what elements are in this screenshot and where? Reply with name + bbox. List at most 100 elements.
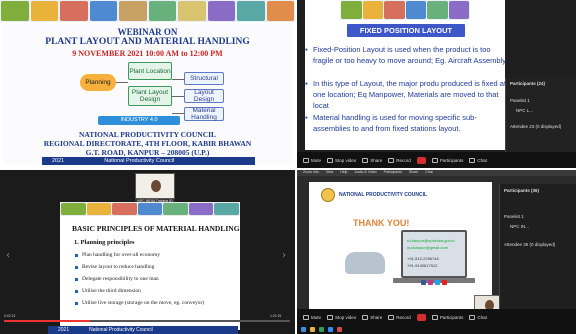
- logo-image: [112, 203, 137, 215]
- menu-item[interactable]: Participants: [384, 170, 402, 176]
- instagram-icon: [428, 280, 433, 285]
- logo-image: [61, 203, 86, 215]
- share-icon: [362, 157, 369, 163]
- panelist-heading[interactable]: Panelist 1: [504, 214, 524, 219]
- logo-image: [148, 1, 176, 21]
- slide-footer: 2021 National Productivity Council: [42, 157, 255, 165]
- youtube-icon: [442, 280, 447, 285]
- webinar-title-pane: WEBINAR ON PLANT LAYOUT AND MATERIAL HAN…: [0, 0, 295, 168]
- contact-email: npckanpur@gmail.com: [407, 245, 448, 250]
- logo-banner: [0, 0, 295, 22]
- fixed-layout-pane: FIXED POSITION LAYOUT Fixed-Position Lay…: [297, 0, 576, 168]
- app-icon[interactable]: [337, 327, 342, 332]
- participants-button[interactable]: Participants: [431, 314, 463, 320]
- diagram-planning: Planning: [80, 74, 116, 91]
- handshake-image: [345, 252, 385, 274]
- participants-panel[interactable]: Participants (36) Panelist 1 NPC IN... A…: [499, 184, 576, 314]
- slide-footer: 2021 National Productivity Council: [48, 326, 238, 334]
- connector: [172, 96, 184, 97]
- record-button[interactable]: Record: [388, 157, 411, 163]
- menu-item[interactable]: Audio & Video: [355, 170, 377, 176]
- browser-icon[interactable]: [319, 327, 324, 332]
- people-icon: [431, 314, 438, 320]
- share-button[interactable]: Share: [362, 314, 382, 320]
- attendees-heading[interactable]: Attendee 23 (0 displayed): [510, 124, 561, 129]
- previous-arrow-icon[interactable]: ‹: [6, 250, 10, 261]
- logo-image: [214, 203, 240, 215]
- logo-image: [266, 1, 294, 21]
- logo-image: [427, 1, 448, 19]
- chat-button[interactable]: Chat: [469, 157, 487, 163]
- logo-image: [119, 1, 147, 21]
- menu-item[interactable]: Zoom Info: [303, 170, 319, 176]
- footer-org: National Productivity Council: [104, 158, 175, 164]
- logo-image: [60, 1, 88, 21]
- zoom-icon[interactable]: [328, 327, 333, 332]
- footer-org: National Productivity Council: [89, 327, 153, 333]
- twitter-icon: [435, 280, 440, 285]
- chat-icon: [469, 314, 476, 320]
- end-call-icon: [416, 313, 426, 321]
- camera-icon: [327, 314, 334, 320]
- emblem-logo: [321, 188, 335, 202]
- end-call-icon: [416, 156, 426, 164]
- stop-video-button[interactable]: Stop video: [327, 314, 356, 320]
- share-button[interactable]: Share: [362, 157, 382, 163]
- microphone-icon: [303, 314, 309, 320]
- slide-heading: FIXED POSITION LAYOUT: [347, 24, 465, 37]
- microphone-icon: [303, 157, 309, 163]
- slide: BASIC PRINCIPLES OF MATERIAL HANDLING 1.…: [60, 202, 240, 330]
- menu-item[interactable]: Help: [340, 170, 347, 176]
- next-arrow-icon[interactable]: ›: [282, 250, 286, 261]
- record-button[interactable]: Record: [388, 314, 411, 320]
- slide: NATIONAL PRODUCTIVITY COUNCIL THANK YOU!…: [309, 182, 504, 319]
- panelist-name[interactable]: NPC IN...: [510, 224, 529, 229]
- logo-image: [163, 203, 188, 215]
- playback-progress[interactable]: [4, 320, 290, 322]
- slide: WEBINAR ON PLANT LAYOUT AND MATERIAL HAN…: [2, 24, 293, 165]
- slide-title: WEBINAR ON: [117, 27, 178, 37]
- participants-panel[interactable]: Participants (24) Panelist 1 NPC L... At…: [505, 78, 576, 152]
- attendees-heading[interactable]: Attendee 35 (0 displayed): [504, 242, 555, 247]
- footer-year: 2021: [58, 327, 70, 333]
- logo-image: [188, 203, 214, 215]
- bullet-item: In this type of Layout, the major produ …: [305, 78, 509, 111]
- menu-item[interactable]: Share: [409, 170, 418, 176]
- progress-fill: [4, 320, 90, 322]
- menu-item[interactable]: Chat: [425, 170, 432, 176]
- diagram-material-handling: Material Handling: [184, 107, 224, 121]
- folder-icon[interactable]: [310, 327, 315, 332]
- logo-image: [237, 1, 265, 21]
- time-total: 1:21:51: [270, 314, 282, 318]
- principle-item: Revise layout to reduce handling: [74, 264, 155, 270]
- mute-button[interactable]: Mute: [303, 314, 321, 320]
- menu-bar: Zoom Info View Help Audio & Video Partic…: [297, 170, 576, 176]
- facebook-icon: [421, 280, 426, 285]
- share-icon: [362, 314, 369, 320]
- chat-button[interactable]: Chat: [469, 314, 487, 320]
- connector: [172, 113, 184, 114]
- record-icon: [388, 157, 395, 163]
- contact-phone: +91-9140817512: [407, 263, 438, 268]
- end-call-button[interactable]: [416, 156, 426, 164]
- contact-phone: +91-512-2296746: [407, 256, 439, 261]
- slide-subheading: 1. Planning principles: [74, 239, 135, 246]
- speaker-video: [135, 173, 175, 199]
- participants-button[interactable]: Participants: [431, 157, 463, 163]
- thank-you-pane: Zoom Info View Help Audio & Video Partic…: [297, 170, 576, 334]
- diagram-plant-location: Plant Location: [128, 62, 172, 80]
- windows-start-icon[interactable]: [301, 327, 306, 332]
- panelist-name[interactable]: NPC L...: [516, 108, 533, 113]
- end-call-button[interactable]: [416, 313, 426, 321]
- principle-item: Delegate responsibility to one man: [75, 276, 159, 282]
- principle-item: Utilise the third dimension: [75, 288, 141, 294]
- menu-item[interactable]: View: [326, 170, 334, 176]
- social-icons: [421, 280, 447, 285]
- panelist-heading[interactable]: Panelist 1: [510, 98, 530, 103]
- mute-button[interactable]: Mute: [303, 157, 321, 163]
- time-elapsed: 0:02:21: [4, 314, 16, 318]
- stop-video-button[interactable]: Stop video: [327, 157, 356, 163]
- camera-icon: [327, 157, 334, 163]
- logo-image: [86, 203, 112, 215]
- logo-image: [448, 1, 469, 19]
